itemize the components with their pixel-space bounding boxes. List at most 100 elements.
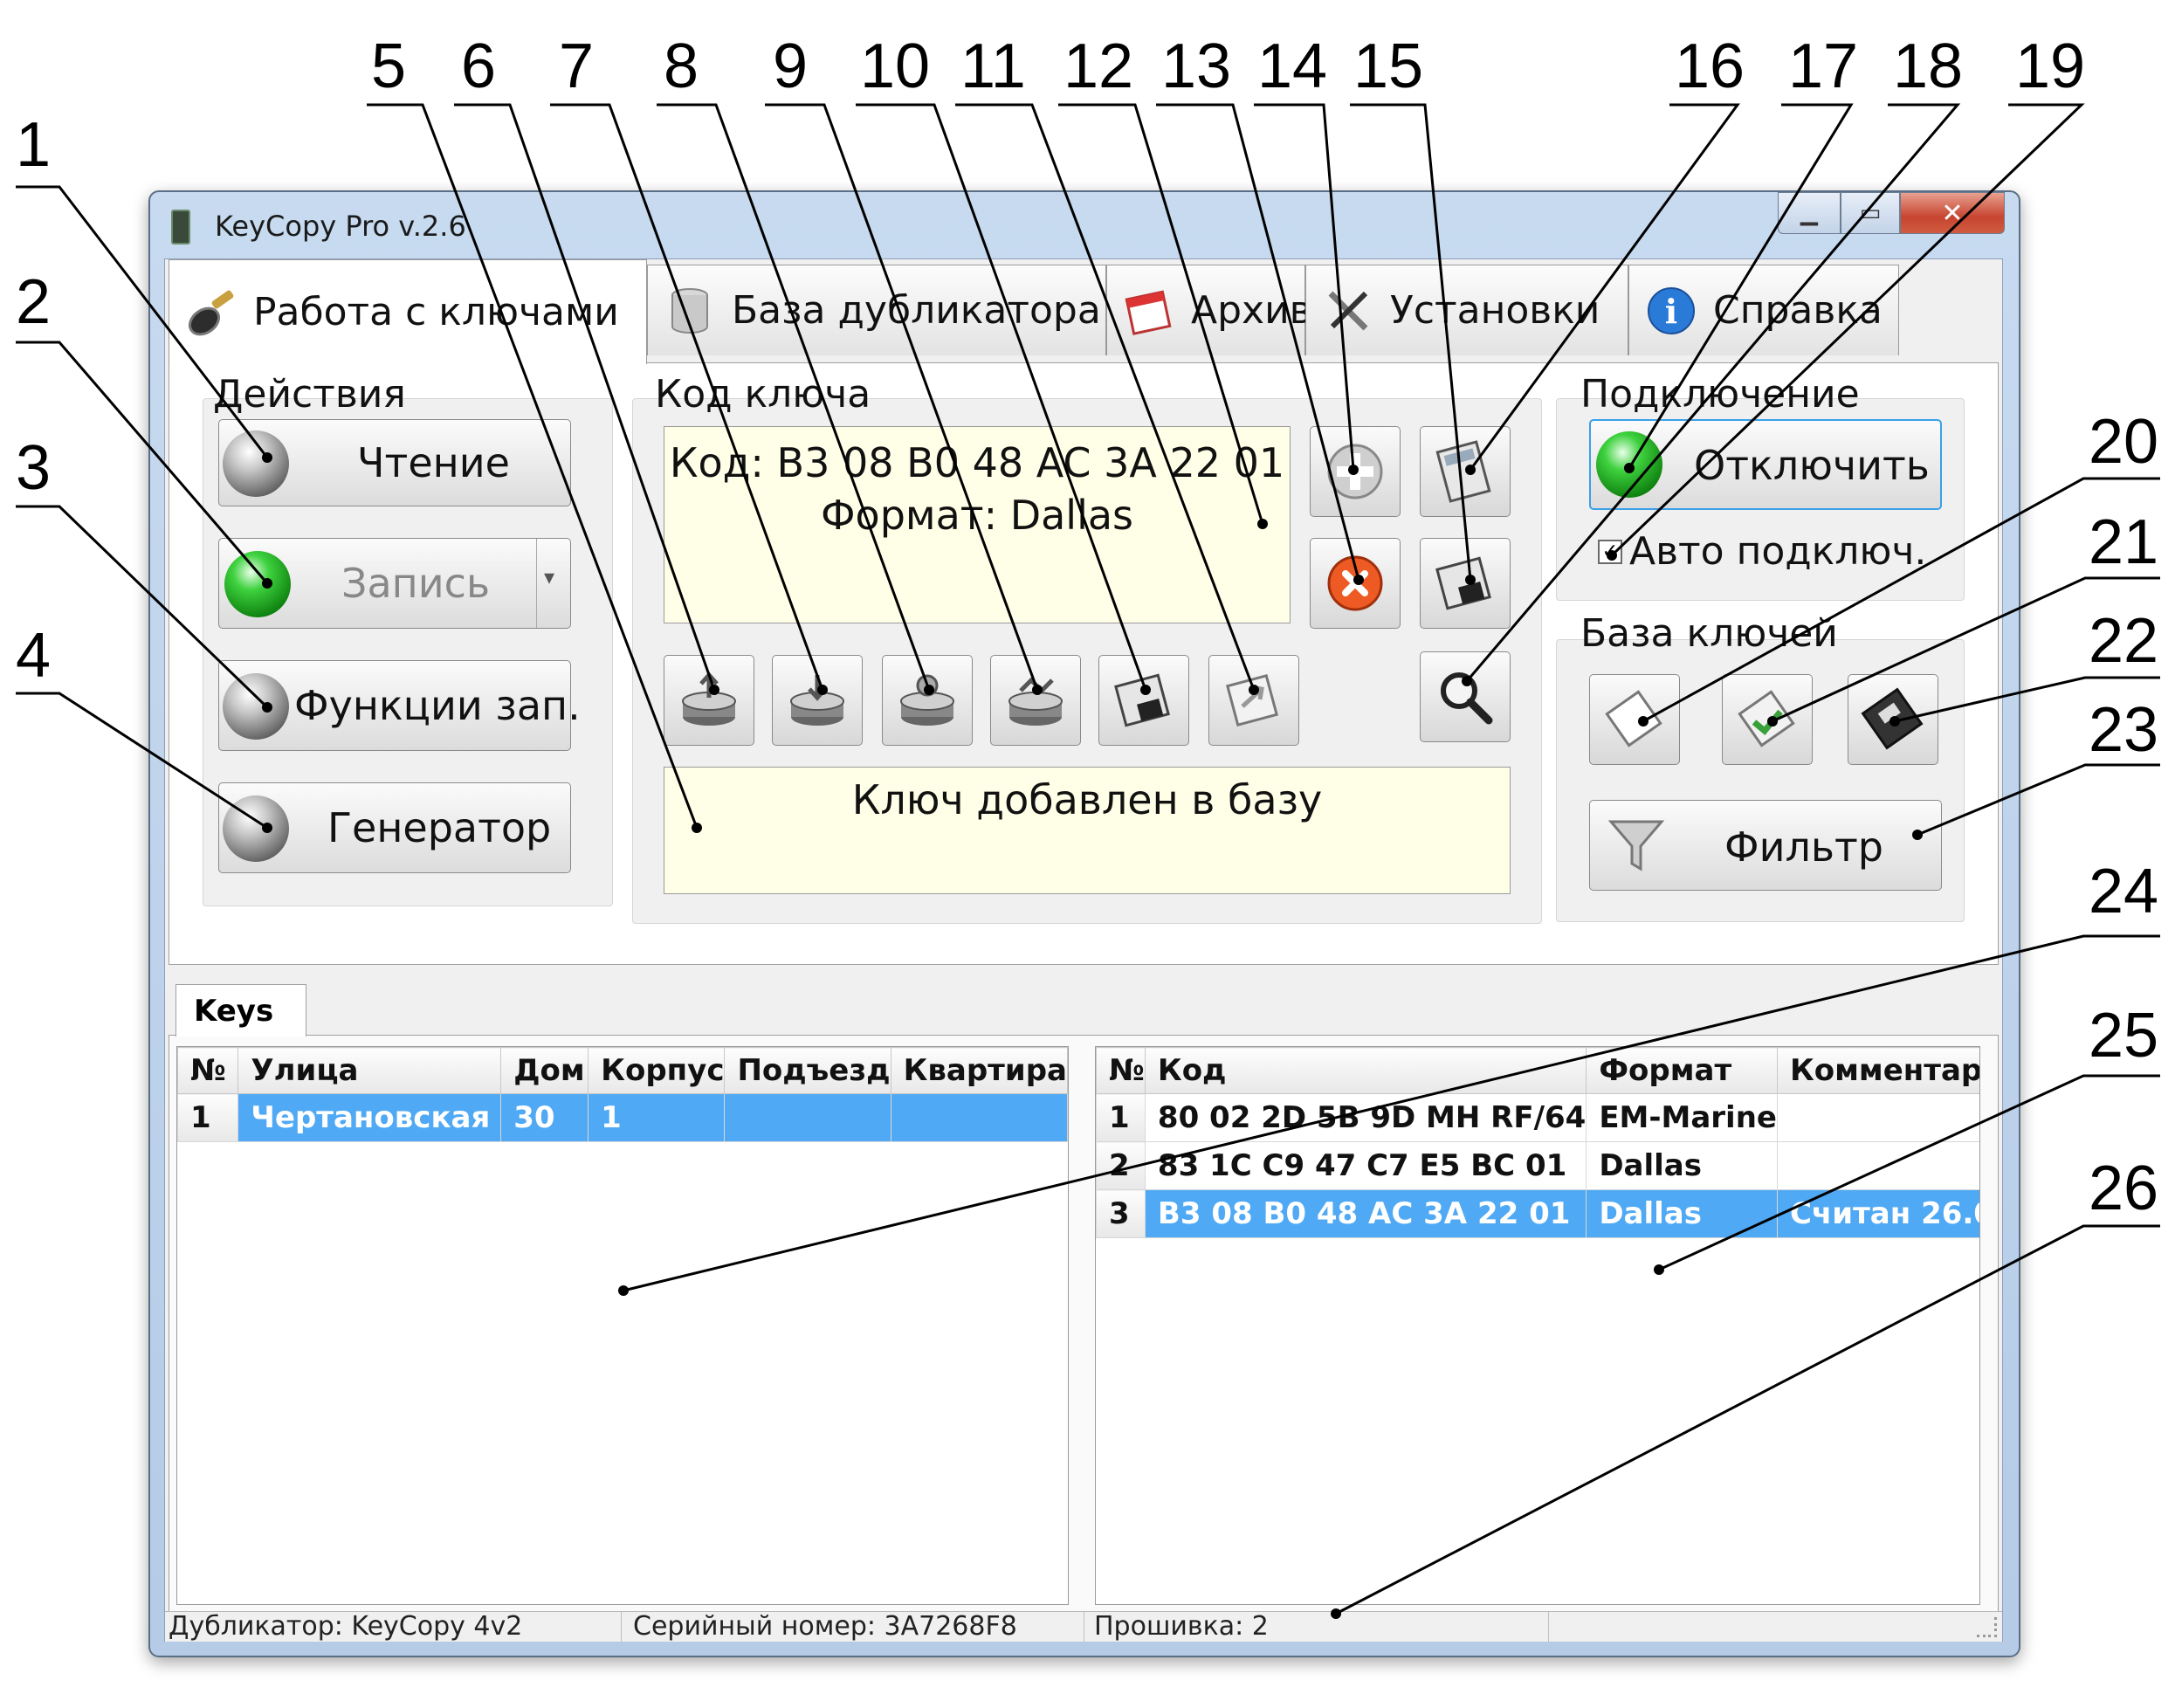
disconnect-button[interactable]: Отключить <box>1589 419 1942 510</box>
table-cell: Dallas <box>1586 1189 1778 1238</box>
window-title: KeyCopy Pro v.2.6 <box>215 210 466 243</box>
column-header[interactable]: Код <box>1144 1047 1587 1094</box>
callout-24: 24 <box>2089 857 2159 926</box>
open-base-icon <box>1738 690 1795 747</box>
app-icon <box>171 210 190 244</box>
key-write-icon <box>790 675 844 726</box>
write-button[interactable]: Запись ▾ <box>218 538 571 629</box>
key-read-button[interactable] <box>664 655 754 746</box>
table-row[interactable]: 1 Чертановская 30 1 <box>177 1093 1068 1142</box>
column-header[interactable]: Формат <box>1586 1047 1778 1094</box>
status-duplicator: Дубликатор: KeyCopy 4v2 <box>169 1612 622 1642</box>
tab-settings[interactable]: Установки <box>1305 265 1628 355</box>
save-key-button[interactable] <box>1420 538 1511 629</box>
table-row[interactable]: 2 83 1C C9 47 C7 E5 BC 01 Dallas <box>1096 1141 1979 1190</box>
column-header[interactable]: № <box>1096 1047 1146 1094</box>
key-edit-icon <box>1008 677 1063 726</box>
tab-archive[interactable]: Архив <box>1106 265 1312 355</box>
database-icon <box>671 287 708 334</box>
svg-text:i: i <box>1665 292 1677 331</box>
search-key-button[interactable] <box>1420 651 1511 742</box>
column-header[interactable]: Корпус <box>588 1047 726 1094</box>
key-format-value: Формат: Dallas <box>820 492 1134 539</box>
callout-7: 7 <box>559 31 595 101</box>
callout-13: 13 <box>1161 31 1232 101</box>
message-text: Ключ добавлен в базу <box>851 776 1323 823</box>
new-base-button[interactable] <box>1589 674 1680 765</box>
status-led-icon <box>223 795 289 862</box>
write-functions-button[interactable]: Функции зап. <box>218 660 581 751</box>
table-cell <box>1776 1141 1979 1190</box>
tab-help[interactable]: i Справка <box>1628 265 1899 355</box>
column-header[interactable]: Дом <box>500 1047 589 1094</box>
callout-19: 19 <box>2015 31 2086 101</box>
table-cell: 1 <box>1096 1093 1146 1142</box>
tab-duplicator-base[interactable]: База дубликатора <box>647 265 1106 355</box>
floppy-icon <box>1861 687 1924 750</box>
tab-label: Справка <box>1713 288 1883 333</box>
callout-10: 10 <box>860 31 931 101</box>
key-code-value: Код: B3 08 B0 48 AC 3A 22 01 <box>669 439 1285 486</box>
callout-17: 17 <box>1788 31 1859 101</box>
key-info-button[interactable] <box>882 655 973 746</box>
tab-keys[interactable]: Keys <box>176 984 306 1037</box>
maximize-button[interactable]: ▭ <box>1841 192 1900 234</box>
info-icon: i <box>1648 286 1695 334</box>
table-header-row: № Улица Дом Корпус Подъезд Квартира <box>177 1047 1068 1094</box>
generator-button[interactable]: Генератор <box>218 782 571 873</box>
resize-grip-icon[interactable] <box>1977 1617 1997 1637</box>
table-cell: EM-Marine <box>1586 1093 1778 1142</box>
open-base-button[interactable] <box>1722 674 1813 765</box>
tab-keys-work[interactable]: Работа с ключами <box>169 259 647 364</box>
callout-2: 2 <box>16 267 52 337</box>
codes-grid[interactable]: № Код Формат Комментарий 1 80 02 2D 5B 9… <box>1095 1046 1980 1605</box>
close-button[interactable]: ✕ <box>1900 192 2005 234</box>
callout-1: 1 <box>16 110 52 180</box>
table-cell: 3 <box>1096 1189 1146 1238</box>
column-header[interactable]: Квартира <box>890 1047 1068 1094</box>
column-header[interactable]: Комментарий <box>1776 1047 1979 1094</box>
calculator-button[interactable] <box>1420 426 1511 517</box>
callout-21: 21 <box>2089 507 2159 577</box>
key-fob-icon <box>188 290 234 335</box>
column-header[interactable]: № <box>177 1047 239 1094</box>
table-cell: Чертановская <box>237 1093 502 1142</box>
table-row[interactable]: 1 80 02 2D 5B 9D MH RF/64 EM-Marine <box>1096 1093 1979 1142</box>
auto-connect-checkbox[interactable]: ✓ <box>1598 540 1622 564</box>
write-functions-label: Функции зап. <box>294 682 581 729</box>
callout-23: 23 <box>2089 695 2159 765</box>
status-led-icon <box>223 430 289 497</box>
add-key-button[interactable] <box>1310 426 1401 517</box>
save-base-button[interactable] <box>1848 674 1938 765</box>
title-bar[interactable]: KeyCopy Pro v.2.6 ▁ ▭ ✕ <box>150 192 2019 258</box>
callout-22: 22 <box>2089 606 2159 676</box>
table-row[interactable]: 3 B3 08 B0 48 AC 3A 22 01 Dallas Считан … <box>1096 1189 1979 1238</box>
minimize-icon: ▁ <box>1800 200 1818 226</box>
clear-key-button[interactable] <box>1310 538 1401 629</box>
filter-button[interactable]: Фильтр <box>1589 800 1942 891</box>
open-file-icon <box>1225 673 1279 727</box>
callout-4: 4 <box>16 621 52 691</box>
key-edit-button[interactable] <box>990 655 1081 746</box>
write-label: Запись <box>341 560 491 607</box>
key-read-icon <box>682 671 736 726</box>
tab-label: Установки <box>1390 288 1600 333</box>
save-to-file-button[interactable] <box>1098 655 1189 746</box>
tab-label: Работа с ключами <box>253 290 619 334</box>
open-file-button[interactable] <box>1208 655 1299 746</box>
status-bar: Дубликатор: KeyCopy 4v2 Серийный номер: … <box>165 1611 2002 1642</box>
column-header[interactable]: Подъезд <box>724 1047 891 1094</box>
write-dropdown-button[interactable]: ▾ <box>536 539 570 628</box>
key-base-title: База ключей <box>1580 611 1838 656</box>
minimize-button[interactable]: ▁ <box>1778 192 1841 234</box>
table-cell: 80 02 2D 5B 9D MH RF/64 <box>1144 1093 1587 1142</box>
status-serial: Серийный номер: 3A7268F8 <box>633 1612 1084 1642</box>
callout-3: 3 <box>16 433 52 503</box>
column-header[interactable]: Улица <box>237 1047 502 1094</box>
funnel-icon <box>1607 820 1665 871</box>
table-cell: 1 <box>588 1093 726 1142</box>
address-grid[interactable]: № Улица Дом Корпус Подъезд Квартира 1 Че… <box>176 1046 1069 1605</box>
key-write-button[interactable] <box>772 655 863 746</box>
read-button[interactable]: Чтение <box>218 419 571 506</box>
callout-20: 20 <box>2089 407 2159 477</box>
